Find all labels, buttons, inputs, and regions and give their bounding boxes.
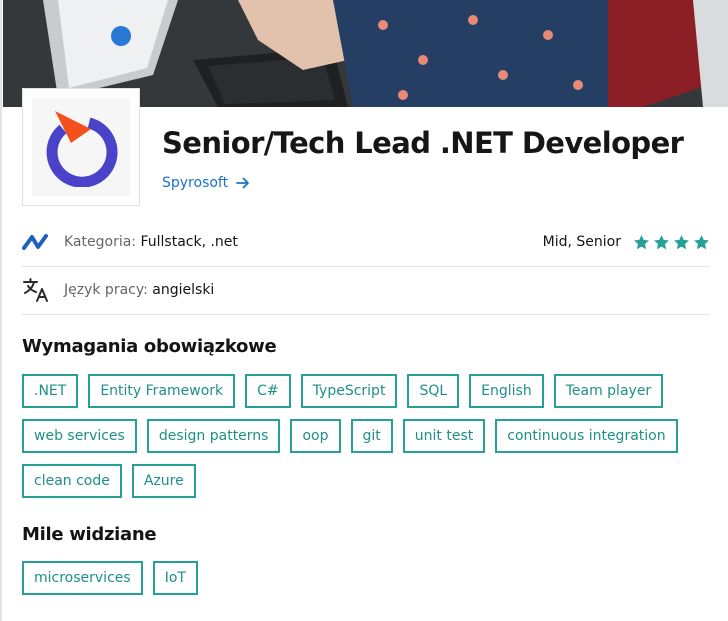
seniority-level: Mid, Senior xyxy=(542,234,621,250)
skill-tag[interactable]: web services xyxy=(22,419,137,453)
star-icon xyxy=(694,234,709,249)
skill-tag[interactable]: IoT xyxy=(152,561,198,595)
skill-tag[interactable]: SQL xyxy=(407,374,460,408)
company-name: Spyrosoft xyxy=(162,175,229,191)
language-row: Język pracy: angielski xyxy=(22,276,710,304)
star-icon xyxy=(674,234,689,249)
language-text: Język pracy: angielski xyxy=(64,282,214,298)
skill-tag[interactable]: unit test xyxy=(402,419,486,453)
skill-tag[interactable]: .NET xyxy=(22,374,79,408)
company-link[interactable]: Spyrosoft xyxy=(162,175,250,191)
language-label: Język pracy: xyxy=(64,282,153,298)
nice-to-have-list: microservices IoT xyxy=(22,561,722,595)
nice-to-have-title: Mile widziane xyxy=(22,524,157,545)
skill-tag[interactable]: C# xyxy=(245,374,291,408)
rating-stars xyxy=(633,234,710,251)
skill-tag[interactable]: microservices xyxy=(22,561,143,595)
star-icon xyxy=(634,234,649,249)
translate-icon xyxy=(22,276,50,304)
page-left-border xyxy=(0,0,2,621)
category-text: Kategoria: Fullstack, .net xyxy=(64,234,238,250)
job-title: Senior/Tech Lead .NET Developer xyxy=(162,126,684,160)
company-logo xyxy=(32,98,130,196)
skill-tag[interactable]: design patterns xyxy=(146,419,281,453)
divider xyxy=(22,266,710,267)
required-skills-title: Wymagania obowiązkowe xyxy=(22,336,277,357)
skill-tag[interactable]: Team player xyxy=(553,374,664,408)
category-label: Kategoria: xyxy=(64,234,141,250)
level-block: Mid, Senior xyxy=(543,234,710,251)
star-icon xyxy=(654,234,669,249)
divider xyxy=(22,314,710,315)
skill-tag[interactable]: TypeScript xyxy=(300,374,398,408)
dotnet-icon xyxy=(22,228,50,256)
category-value: Fullstack, .net xyxy=(140,234,238,250)
spyrosoft-logo-icon xyxy=(46,111,118,187)
language-value: angielski xyxy=(152,282,215,298)
arrow-right-icon xyxy=(236,177,250,189)
skill-tag[interactable]: Azure xyxy=(131,464,196,498)
skill-tag[interactable]: English xyxy=(469,374,544,408)
skill-tag[interactable]: oop xyxy=(290,419,341,453)
skill-tag[interactable]: clean code xyxy=(22,464,122,498)
company-logo-card[interactable] xyxy=(22,88,140,206)
skill-tag[interactable]: Entity Framework xyxy=(88,374,236,408)
skill-tag[interactable]: git xyxy=(350,419,393,453)
required-skills-list: .NET Entity Framework C# TypeScript SQL Engli… xyxy=(22,374,722,498)
skill-tag[interactable]: continuous integration xyxy=(495,419,678,453)
category-row: Kategoria: Fullstack, .net Mid, Senior xyxy=(22,228,710,256)
